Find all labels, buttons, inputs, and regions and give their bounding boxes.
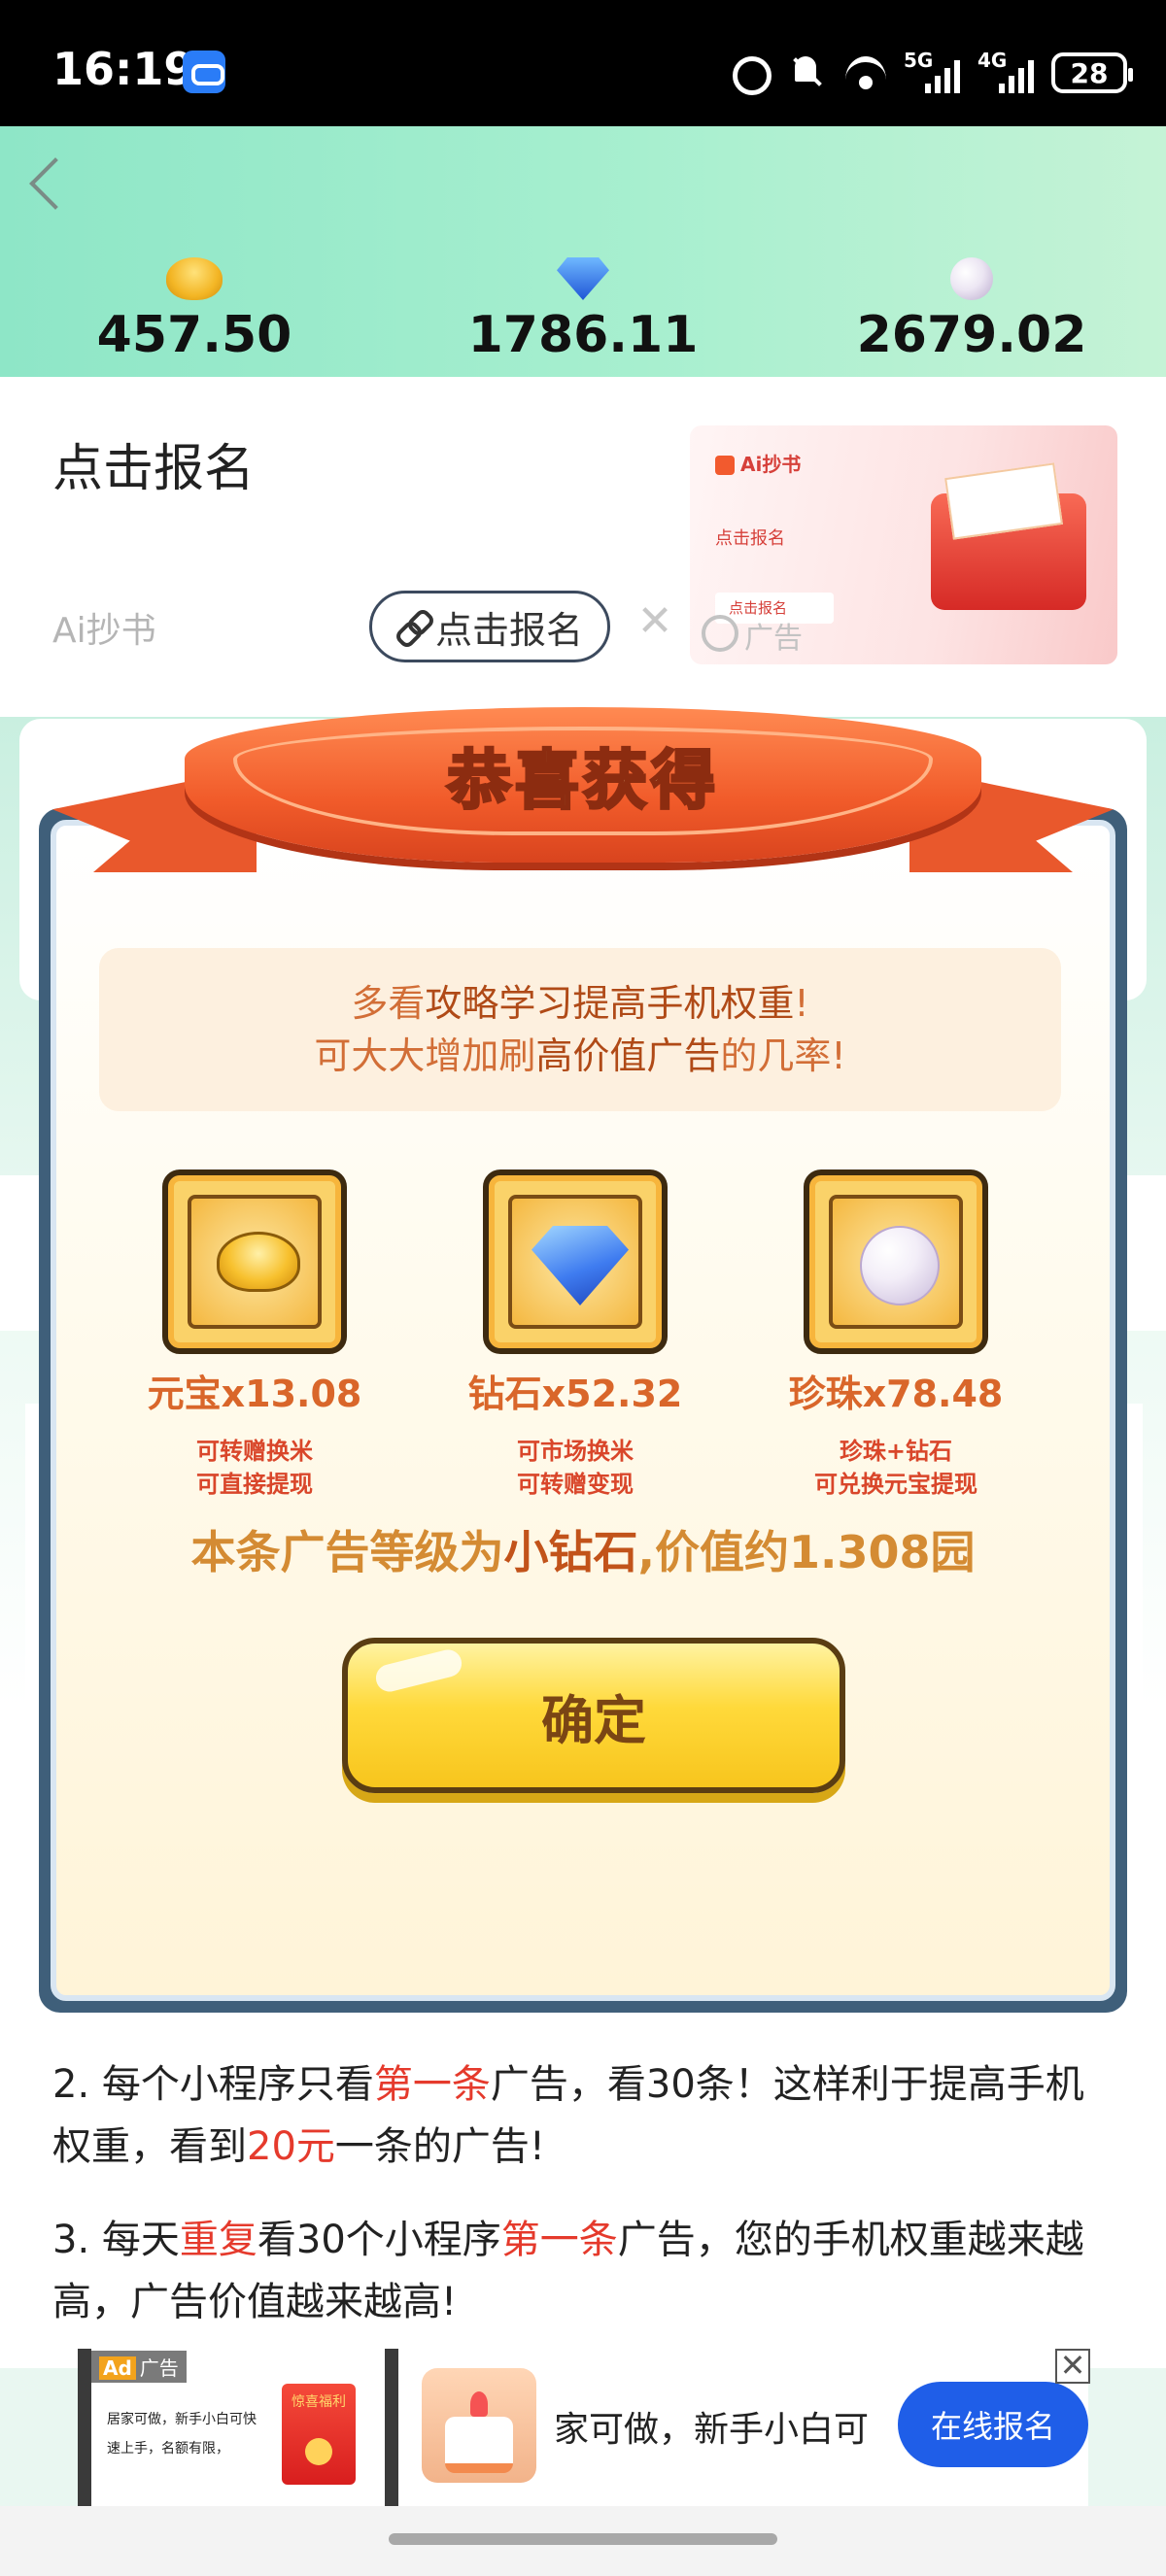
reward-gold: 元宝x13.08 可转赠换米 可直接提现 xyxy=(138,1169,371,1501)
reward-modal: 多看攻略学习提高手机权重! 可大大增加刷高价值广告的几率! 元宝x13.08 可… xyxy=(39,808,1127,2013)
reward-gold-name: 元宝x13.08 xyxy=(147,1373,362,1415)
ad-badge: Ad 广告 xyxy=(91,2351,187,2383)
ad-label: 广告 xyxy=(702,614,803,657)
diamond-icon xyxy=(557,257,609,300)
balance-header: 457.50 1786.11 2679.02 xyxy=(0,126,1166,377)
gold-ingot-icon xyxy=(166,257,223,300)
reward-gold-desc: 可转赠换米 可直接提现 xyxy=(196,1438,313,1498)
ad-source: Ai抄书 xyxy=(52,611,156,651)
balance-diamond: 1786.11 xyxy=(437,257,729,364)
modal-title: 恭喜获得 xyxy=(446,742,719,820)
pearl-icon xyxy=(860,1226,940,1305)
balance-pearl-value: 2679.02 xyxy=(856,306,1087,364)
reward-diamond-frame xyxy=(483,1169,668,1354)
signup-button[interactable]: 点击报名 xyxy=(369,591,610,662)
bottom-ad-image: Ad 广告 居家可做，新手小白可快速上手，名额有限， 惊喜福利 xyxy=(78,2349,398,2506)
alarm-icon xyxy=(729,52,772,95)
mute-bell-icon xyxy=(787,52,828,93)
reward-pearl: 珍珠x78.48 珍珠+钻石 可兑换元宝提现 xyxy=(779,1169,1012,1501)
balance-gold: 457.50 xyxy=(49,257,340,364)
reward-diamond: 钻石x52.32 可市场换米 可转赠变现 xyxy=(459,1169,692,1501)
instruction-3: 3. 每天重复看30个小程序第一条广告，您的手机权重越来越高，广告价值越来越高! xyxy=(52,2218,1084,2324)
back-arrow-icon[interactable] xyxy=(25,155,64,214)
tip-line-1: 多看攻略学习提高手机权重! xyxy=(351,982,809,1025)
signup-button-label: 点击报名 xyxy=(434,608,583,652)
red-packet-icon: 惊喜福利 xyxy=(282,2384,356,2485)
red-envelope-icon xyxy=(931,493,1086,610)
tip-line-2: 可大大增加刷高价值广告的几率! xyxy=(314,1034,846,1077)
pearl-icon xyxy=(950,257,993,300)
title-ribbon: 恭喜获得 xyxy=(39,697,1127,911)
ad-level-text: 本条广告等级为小钻石,价值约1.308园 xyxy=(190,1526,976,1578)
reward-pearl-frame xyxy=(804,1169,988,1354)
app-notification-icon xyxy=(183,51,225,93)
gesture-home-bar[interactable] xyxy=(0,2506,1166,2576)
battery-indicator: 28 xyxy=(1051,52,1133,93)
reward-diamond-desc: 可市场换米 可转赠变现 xyxy=(517,1438,634,1498)
link-icon xyxy=(396,611,428,642)
diamond-icon xyxy=(532,1226,629,1305)
reward-gold-frame xyxy=(162,1169,347,1354)
close-ad-button[interactable]: ✕ xyxy=(634,600,676,643)
thumb-brand: Ai抄书 xyxy=(715,449,801,477)
bottom-ad-marquee: 家可做，新手小白可 xyxy=(554,2410,870,2450)
reward-diamond-name: 钻石x52.32 xyxy=(467,1373,683,1415)
balance-pearl: 2679.02 xyxy=(826,257,1117,364)
cake-icon xyxy=(422,2368,536,2483)
wifi-icon xyxy=(845,52,886,93)
close-bottom-ad-button[interactable]: ✕ xyxy=(1055,2349,1090,2384)
thumb-subtitle: 点击报名 xyxy=(715,528,785,549)
reward-modal-body: 多看攻略学习提高手机权重! 可大大增加刷高价值广告的几率! 元宝x13.08 可… xyxy=(51,820,1115,2001)
gold-ingot-icon xyxy=(217,1232,300,1292)
balance-diamond-value: 1786.11 xyxy=(467,306,699,364)
balance-gold-value: 457.50 xyxy=(96,306,292,364)
reward-pearl-name: 珍珠x78.48 xyxy=(788,1373,1004,1415)
confirm-button[interactable]: 确定 xyxy=(342,1638,845,1793)
clock: 16:19 xyxy=(52,43,195,95)
signal-4g-icon: 4G xyxy=(977,49,1034,93)
bottom-ad-image-text: 居家可做，新手小白可快速上手，名额有限， xyxy=(107,2412,257,2457)
reward-pearl-desc: 珍珠+钻石 可兑换元宝提现 xyxy=(814,1438,977,1498)
ad-title[interactable]: 点击报名 xyxy=(52,427,255,500)
instruction-2: 2. 每个小程序只看第一条广告，看30条！这样利于提高手机权重，看到20元一条的… xyxy=(52,2062,1084,2169)
tip-box: 多看攻略学习提高手机权重! 可大大增加刷高价值广告的几率! xyxy=(99,948,1061,1111)
bottom-banner-ad[interactable]: Ad 广告 居家可做，新手小白可快速上手，名额有限， 惊喜福利 家可做，新手小白可… xyxy=(78,2349,1090,2506)
status-bar: 16:19 5G 4G 28 xyxy=(0,0,1166,126)
online-signup-button[interactable]: 在线报名 xyxy=(898,2382,1088,2467)
signal-5g-icon: 5G xyxy=(904,49,960,93)
